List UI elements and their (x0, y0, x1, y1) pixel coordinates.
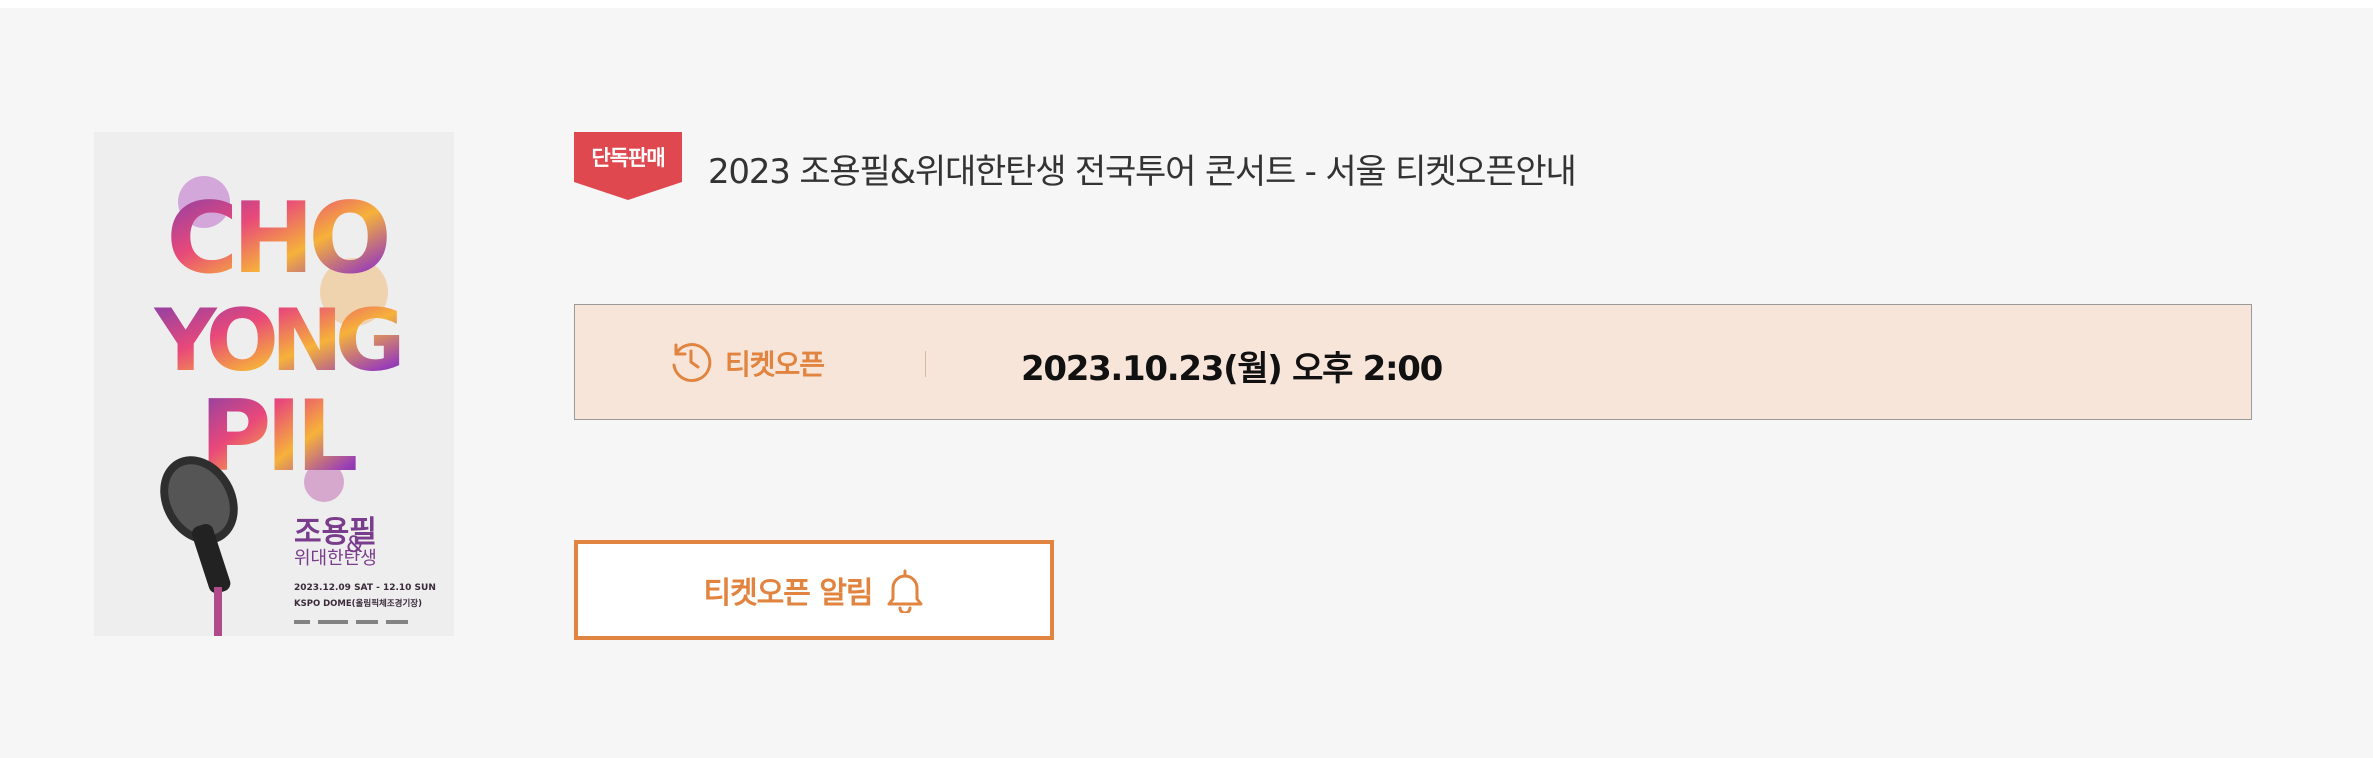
ticket-open-alarm-button[interactable]: 티켓오픈 알림 (574, 540, 1054, 640)
poster-venue: KSPO DOME(올림픽체조경기장) (294, 598, 422, 609)
poster-korean-title: 조용필 (294, 515, 377, 550)
poster-title-line-2: YONG (154, 291, 400, 391)
ticket-open-label: 티켓오픈 (725, 348, 825, 381)
ticket-open-info: 티켓오픈 2023.10.23(월) 오후 2:00 (574, 304, 2252, 420)
exclusive-sale-badge: 단독판매 (574, 132, 682, 200)
ticket-open-datetime: 2023.10.23(월) 오후 2:00 (1021, 349, 1443, 389)
history-clock-icon (667, 337, 715, 389)
concert-poster: CHO YONG PIL 조용필 & 위대한탄생 2023.12.09 SAT … (94, 132, 454, 636)
poster-dates: 2023.12.09 SAT - 12.10 SUN (294, 583, 436, 593)
poster-title-line-1: CHO (166, 182, 387, 296)
alarm-button-label: 티켓오픈 알림 (703, 576, 873, 611)
poster-korean-subtitle: 위대한탄생 (294, 548, 377, 569)
event-title: 2023 조용필&위대한탄생 전국투어 콘서트 - 서울 티켓오픈안내 (708, 152, 1577, 192)
exclusive-sale-badge-label: 단독판매 (591, 146, 665, 170)
divider (925, 351, 926, 377)
ticket-open-label-group: 티켓오픈 (667, 337, 825, 389)
bell-icon (885, 567, 925, 613)
ticket-open-page: CHO YONG PIL 조용필 & 위대한탄생 2023.12.09 SAT … (0, 8, 2373, 758)
